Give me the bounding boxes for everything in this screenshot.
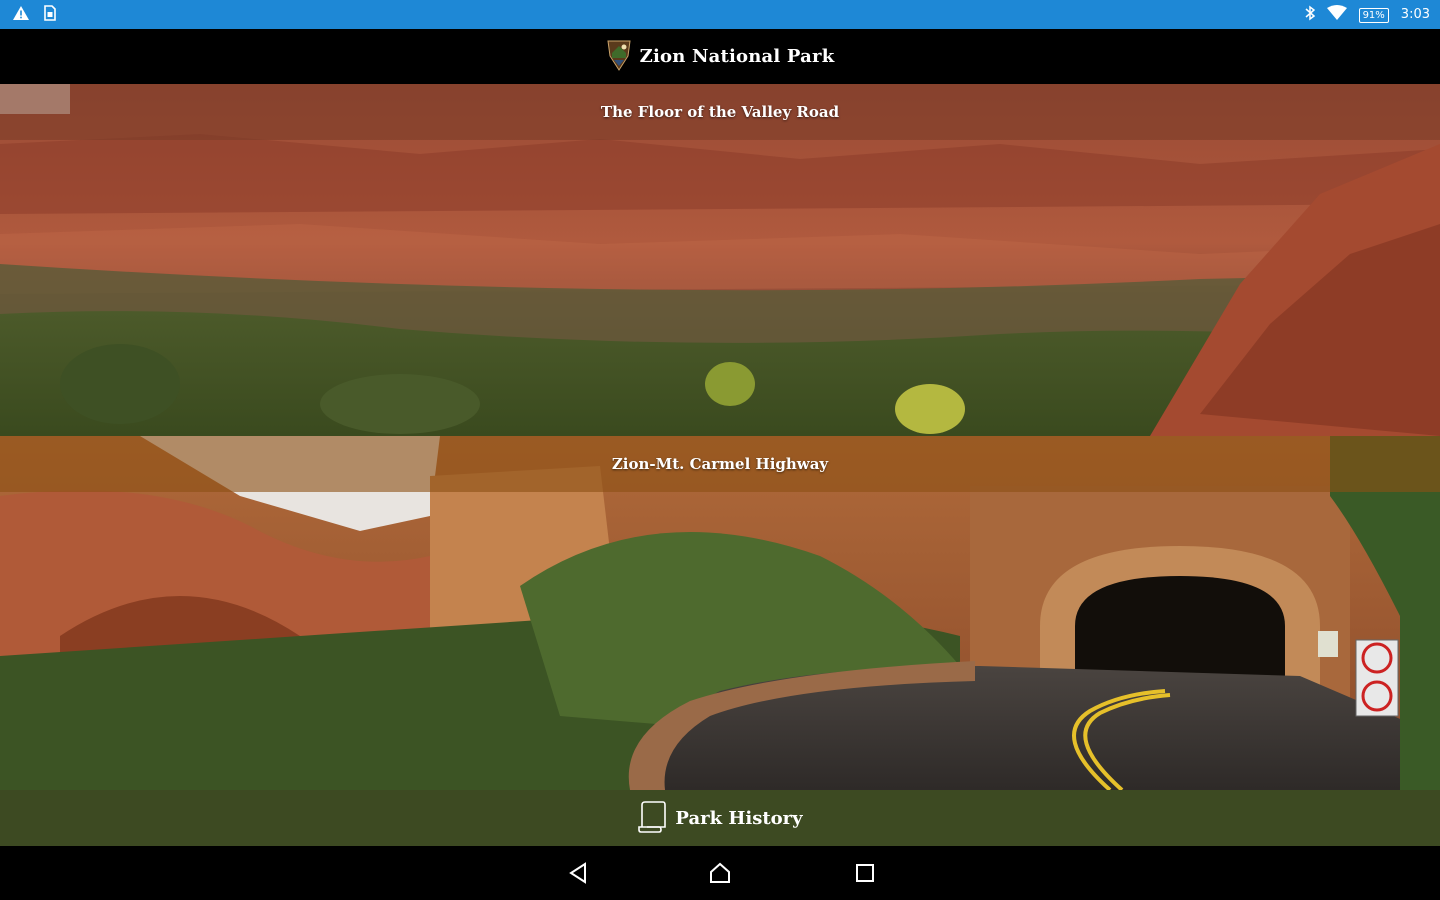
scroll-icon <box>637 799 669 837</box>
app-bar: Zion National Park <box>0 29 1440 84</box>
valley-road-panel[interactable]: The Floor of the Valley Road <box>0 84 1440 436</box>
bluetooth-icon <box>1305 5 1315 25</box>
panel-label-bar: Zion-Mt. Carmel Highway <box>0 436 1440 492</box>
navigation-bar <box>0 846 1440 900</box>
panel-title: Zion-Mt. Carmel Highway <box>611 455 829 473</box>
carmel-highway-panel[interactable]: Zion-Mt. Carmel Highway <box>0 436 1440 790</box>
panel-label-bar: The Floor of the Valley Road <box>0 84 1440 140</box>
panel-title: The Floor of the Valley Road <box>600 103 840 121</box>
park-history-button[interactable]: Park History <box>0 790 1440 846</box>
park-history-label: Park History <box>675 807 803 829</box>
sim-card-icon <box>44 5 56 25</box>
home-icon[interactable] <box>707 860 733 886</box>
recents-icon[interactable] <box>852 860 878 886</box>
clock: 3:03 <box>1400 7 1430 22</box>
back-icon[interactable] <box>565 860 591 886</box>
nps-arrowhead-icon <box>606 38 632 76</box>
battery-icon: 91% <box>1358 7 1389 23</box>
status-bar: 91% 3:03 <box>0 0 1440 29</box>
warning-icon <box>12 5 30 25</box>
app-title: Zion National Park <box>639 46 835 67</box>
wifi-icon <box>1326 5 1347 25</box>
